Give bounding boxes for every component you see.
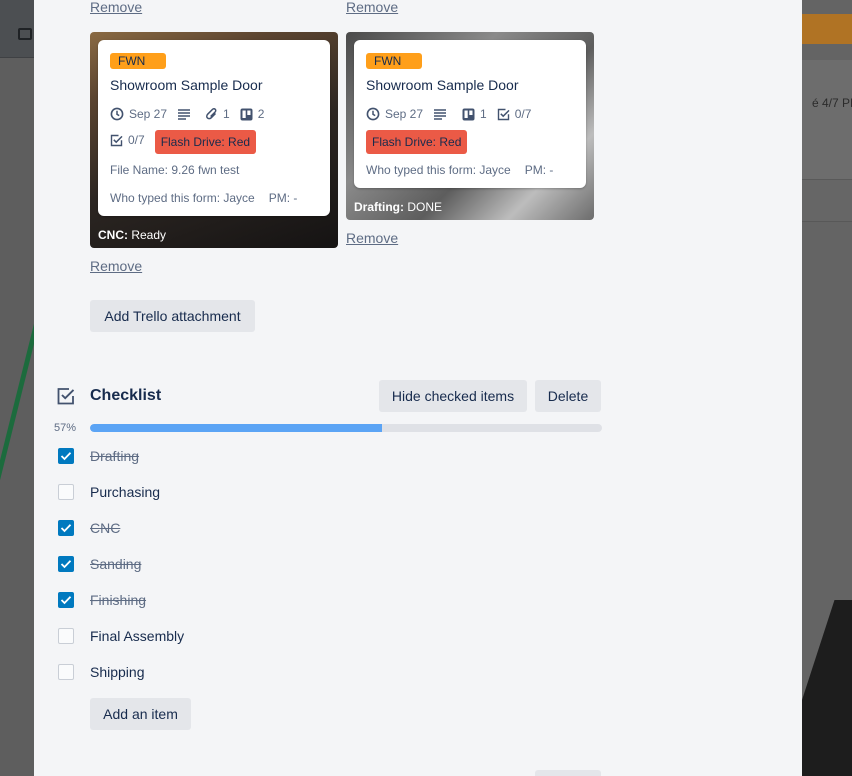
checklist-progress-percent: 57% — [54, 422, 77, 434]
checkmark-icon — [60, 560, 72, 569]
board-card-edge-2 — [802, 180, 852, 222]
due-date-badge: Sep 27 — [110, 102, 167, 126]
checkbox-checked[interactable] — [58, 592, 74, 608]
board-icon — [18, 28, 32, 40]
checklist-item[interactable]: Drafting — [54, 440, 614, 472]
checklist-title[interactable]: Checklist — [90, 387, 161, 405]
card-label-flash-drive: Flash Drive: Red — [366, 130, 468, 154]
trello-attachment-card[interactable]: FWN Showroom Sample Door Sep 27 1 2 0/7 … — [90, 32, 338, 248]
clock-icon — [110, 107, 124, 121]
card-title: Showroom Sample Door — [110, 77, 263, 93]
checklist-progress-fill — [90, 424, 382, 432]
checklist-item-text[interactable]: Purchasing — [90, 484, 160, 500]
checkmark-icon — [60, 596, 72, 605]
description-icon — [434, 109, 447, 120]
card-badges: Sep 27 1 2 0/7 Flash Drive: Red — [110, 102, 318, 154]
checklist-item-text[interactable]: Finishing — [90, 592, 146, 608]
custom-field-typed-by: Who typed this form: Jayce — [110, 191, 255, 205]
checkmark-icon — [60, 452, 72, 461]
checkbox-icon — [110, 134, 123, 146]
checkbox-unchecked[interactable] — [58, 484, 74, 500]
card-title: Showroom Sample Door — [366, 77, 519, 93]
checkbox-unchecked[interactable] — [58, 628, 74, 644]
board-orange-bar — [802, 14, 852, 44]
trello-card-badge: 1 — [462, 102, 487, 126]
card-badges: Sep 27 1 0/7 Flash Drive: Red — [366, 102, 574, 154]
delete-checklist-button[interactable]: Delete — [535, 380, 601, 412]
checklist-item-text[interactable]: Sanding — [90, 556, 141, 572]
hide-checked-items-button[interactable]: Hide checked items — [379, 380, 527, 412]
checklist-item[interactable]: Shipping — [54, 656, 614, 688]
checklist-item[interactable]: Finishing — [54, 584, 614, 616]
board-card-badges: é 4/7 PM — [812, 96, 852, 110]
checkbox-checked[interactable] — [58, 520, 74, 536]
checklist-badge: 0/7 — [497, 102, 531, 126]
paperclip-icon — [206, 108, 217, 120]
custom-field-file-name: File Name: 9.26 fwn test — [110, 163, 240, 177]
remove-link[interactable]: Remove — [90, 258, 142, 274]
checklist-item-text[interactable]: Drafting — [90, 448, 139, 464]
checklist-item-text[interactable]: CNC — [90, 520, 120, 536]
cover-caption: CNC: Ready — [98, 228, 167, 242]
custom-field-pm: PM: - — [268, 191, 298, 205]
checkmark-icon — [60, 524, 72, 533]
card-label-flash-drive: Flash Drive: Red — [154, 130, 257, 154]
checklist-item[interactable]: Final Assembly — [54, 620, 614, 652]
description-icon — [178, 109, 191, 120]
card-detail-modal: Remove Remove FWN Showroom Sample Door S… — [34, 0, 802, 776]
trello-card-badge: 2 — [240, 102, 264, 126]
custom-fields-row: Who typed this form: Jayce PM: - — [110, 188, 318, 208]
attachment-badge: 1 — [206, 102, 230, 126]
clock-icon — [366, 107, 380, 121]
board-card-edge — [802, 60, 852, 180]
checklist-item[interactable]: Sanding — [54, 548, 614, 580]
attached-card-preview[interactable]: FWN Showroom Sample Door Sep 27 1 2 0/7 … — [98, 40, 330, 216]
attached-card-preview[interactable]: FWN Showroom Sample Door Sep 27 1 0/7 Fl… — [354, 40, 586, 188]
checkbox-checked[interactable] — [58, 448, 74, 464]
card-label-fwn: FWN — [110, 53, 166, 69]
trello-icon — [462, 108, 475, 120]
custom-field-pm: PM: - — [524, 163, 554, 177]
checklist-item-text[interactable]: Final Assembly — [90, 628, 184, 644]
next-section-button[interactable] — [535, 770, 601, 776]
checkbox-icon — [497, 108, 510, 120]
checklist-progress-bar — [90, 424, 602, 432]
checkbox-unchecked[interactable] — [58, 664, 74, 680]
description-badge — [177, 102, 196, 126]
checklist-item-text[interactable]: Shipping — [90, 664, 145, 680]
trello-attachment-card[interactable]: FWN Showroom Sample Door Sep 27 1 0/7 Fl… — [346, 32, 594, 220]
custom-fields-row: Who typed this form: Jayce PM: - — [366, 160, 574, 180]
checklist-item[interactable]: Purchasing — [54, 476, 614, 508]
add-checklist-item-button[interactable]: Add an item — [90, 698, 191, 730]
checklist-badge: 0/7 — [110, 128, 145, 152]
remove-link[interactable]: Remove — [346, 0, 398, 15]
card-label-fwn: FWN — [366, 53, 422, 69]
cover-caption: Drafting: DONE — [354, 200, 443, 214]
trello-icon — [240, 108, 253, 120]
remove-link[interactable]: Remove — [346, 230, 398, 246]
description-badge — [433, 102, 452, 126]
checklist-item[interactable]: CNC — [54, 512, 614, 544]
custom-field-typed-by: Who typed this form: Jayce — [366, 163, 511, 177]
checkbox-checked[interactable] — [58, 556, 74, 572]
add-trello-attachment-button[interactable]: Add Trello attachment — [90, 300, 255, 332]
checklist-icon — [57, 388, 75, 405]
remove-link[interactable]: Remove — [90, 0, 142, 15]
due-date-badge: Sep 27 — [366, 102, 423, 126]
